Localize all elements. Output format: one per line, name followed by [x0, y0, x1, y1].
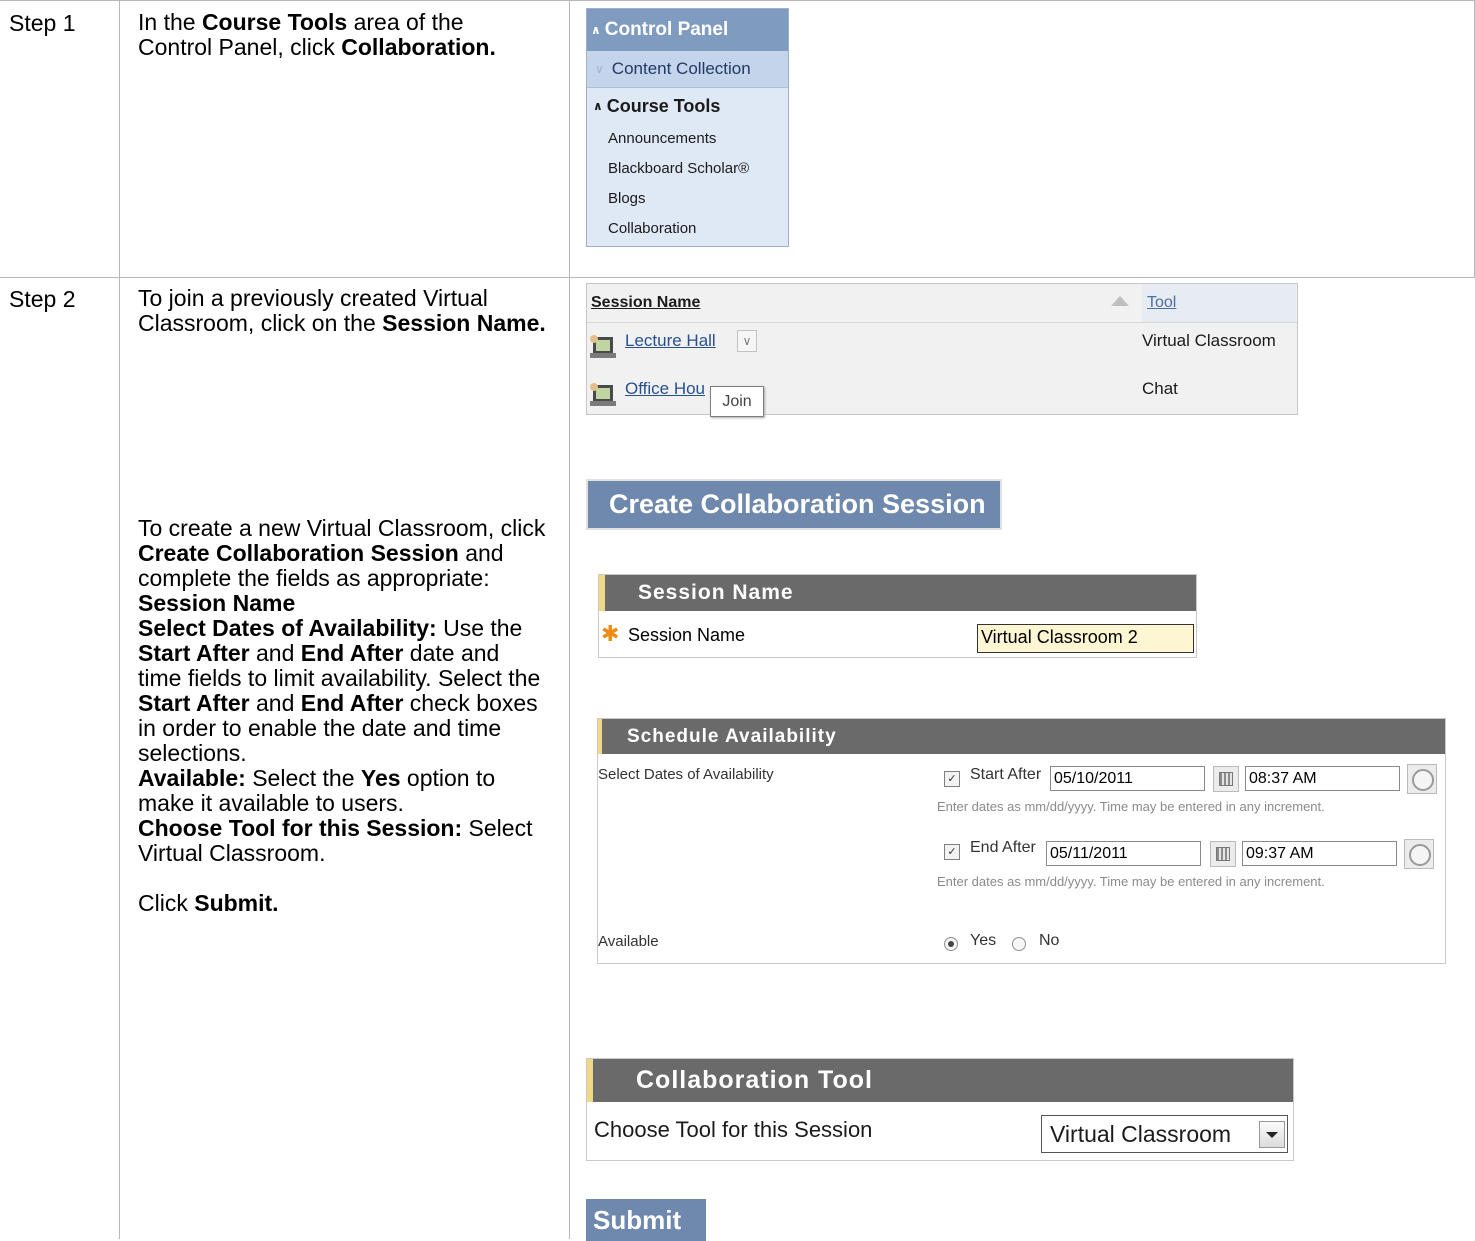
session-row: Office Hou Join Chat — [587, 371, 1295, 417]
tool-panel-header: Collaboration Tool — [587, 1059, 1293, 1102]
session-list-header: Session Name Tool — [587, 284, 1297, 323]
control-panel-menu: ∧ Control Panel ∨ Content Collection ∧ C… — [586, 8, 789, 247]
schedule-availability-panel: Schedule Availability Select Dates of Av… — [597, 718, 1446, 964]
collapse-chevron-icon: ∧ — [593, 99, 603, 113]
step-2-create-instruction: To create a new Virtual Classroom, click… — [138, 515, 546, 916]
start-after-label: Start After — [970, 766, 1042, 783]
session-tool: Virtual Classroom — [1142, 331, 1276, 350]
clock-icon[interactable] — [1407, 764, 1437, 794]
control-panel-title: Control Panel — [604, 19, 729, 40]
col-session-name[interactable]: Session Name — [591, 294, 700, 312]
calendar-icon[interactable] — [1213, 766, 1239, 792]
step-2-label: Step 2 — [9, 286, 76, 312]
available-label: Available — [598, 933, 659, 950]
computer-user-icon — [590, 335, 616, 358]
session-row: Lecture Hall ∨ Virtual Classroom — [587, 323, 1295, 369]
schedule-panel-title: Schedule Availability — [627, 725, 837, 747]
row-divider — [0, 277, 1475, 278]
session-list: Session Name Tool Lecture Hall ∨ Virtual… — [586, 283, 1298, 417]
tool-select[interactable]: Virtual Classroom — [1041, 1115, 1288, 1153]
step-2-join-instruction: To join a previously created Virtual Cla… — [138, 285, 546, 336]
join-tooltip[interactable]: Join — [710, 386, 764, 417]
collaboration-tool-panel: Collaboration Tool Choose Tool for this … — [586, 1058, 1294, 1161]
clock-icon[interactable] — [1404, 839, 1434, 869]
submit-button[interactable]: Submit — [586, 1199, 706, 1241]
required-asterisk-icon: ✱ — [601, 621, 620, 646]
sort-ascending-icon[interactable] — [1111, 296, 1129, 306]
menu-item-collaboration[interactable]: Collaboration — [608, 214, 788, 244]
col-divider-2 — [569, 0, 570, 1239]
step-1-instruction: In the Course Tools area of the Control … — [138, 9, 496, 60]
date-format-helper: Enter dates as mm/dd/yyyy. Time may be e… — [937, 799, 1325, 814]
schedule-panel-header: Schedule Availability — [598, 719, 1445, 754]
col-tool[interactable]: Tool — [1142, 284, 1296, 322]
session-name-label: Session Name — [628, 625, 746, 645]
session-name-panel-header: Session Name — [599, 575, 1196, 611]
end-after-label: End After — [970, 839, 1036, 856]
collapse-chevron-icon: ∧ — [591, 23, 601, 37]
control-panel-header[interactable]: ∧ Control Panel — [587, 9, 788, 51]
available-no-radio[interactable] — [1012, 937, 1026, 951]
tool-select-value: Virtual Classroom — [1050, 1121, 1232, 1147]
menu-item-announcements[interactable]: Announcements — [608, 124, 788, 154]
content-collection-label: Content Collection — [611, 59, 751, 78]
computer-user-icon — [590, 383, 616, 406]
session-link-office-hours[interactable]: Office Hou — [625, 379, 705, 399]
menu-item-blackboard-scholar[interactable]: Blackboard Scholar® — [608, 154, 788, 184]
available-yes-radio[interactable] — [944, 937, 958, 951]
table-top-border — [0, 0, 1475, 1]
step-1-label: Step 1 — [9, 10, 76, 36]
session-link-lecture-hall[interactable]: Lecture Hall — [625, 331, 716, 351]
menu-item-blogs[interactable]: Blogs — [608, 184, 788, 214]
session-name-panel-title: Session Name — [638, 581, 794, 604]
end-date-input[interactable]: 05/11/2011 — [1046, 841, 1201, 866]
end-time-input[interactable]: 09:37 AM — [1242, 841, 1397, 866]
content-collection-item[interactable]: ∨ Content Collection — [587, 51, 788, 88]
course-tools-label: Course Tools — [606, 95, 721, 116]
date-format-helper: Enter dates as mm/dd/yyyy. Time may be e… — [937, 874, 1325, 889]
session-name-panel: Session Name ✱ Session Name Virtual Clas… — [598, 574, 1197, 658]
start-date-input[interactable]: 05/10/2011 — [1050, 766, 1205, 791]
options-chevron-icon[interactable]: ∨ — [737, 330, 757, 352]
create-collaboration-session-button[interactable]: Create Collaboration Session — [586, 479, 1002, 530]
available-no-label: No — [1039, 932, 1060, 949]
col-divider-1 — [119, 0, 120, 1239]
session-name-input[interactable]: Virtual Classroom 2 — [977, 624, 1194, 653]
calendar-icon[interactable] — [1210, 841, 1236, 867]
end-after-checkbox[interactable]: ✓ — [944, 844, 960, 860]
tool-panel-title: Collaboration Tool — [636, 1066, 873, 1094]
choose-tool-label: Choose Tool for this Session — [594, 1117, 873, 1142]
dropdown-arrow-icon[interactable] — [1259, 1121, 1285, 1148]
course-tools-section[interactable]: ∧ Course Tools — [587, 88, 788, 124]
available-yes-label: Yes — [970, 932, 997, 949]
dates-label: Select Dates of Availability — [598, 766, 774, 783]
session-tool: Chat — [1142, 379, 1178, 398]
start-after-checkbox[interactable]: ✓ — [944, 771, 960, 787]
expand-chevron-icon: ∨ — [595, 62, 604, 76]
start-time-input[interactable]: 08:37 AM — [1245, 766, 1400, 791]
